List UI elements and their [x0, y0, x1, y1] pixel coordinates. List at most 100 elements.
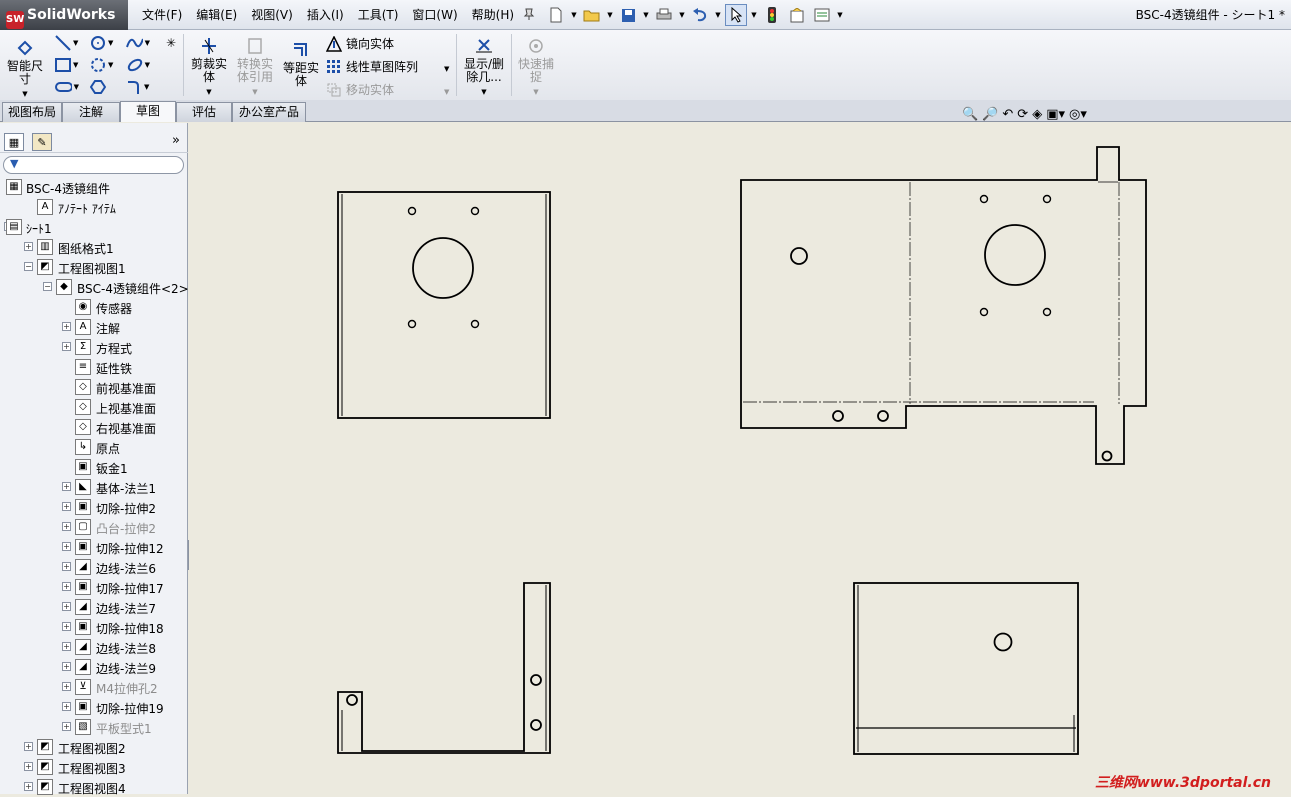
previous-view-icon[interactable]: ↶ [1002, 107, 1013, 122]
trim-entities-button[interactable]: 剪裁实体 ▼ [188, 36, 230, 99]
new-document-icon[interactable] [545, 4, 567, 26]
undo-icon[interactable] [689, 4, 711, 26]
slot-tool-icon[interactable]: ▼ [55, 77, 79, 97]
expand-toggle-icon[interactable]: + [62, 722, 71, 731]
mirror-entities-button[interactable]: 镜向实体 [326, 35, 394, 52]
display-style-icon[interactable]: ▣▾ [1046, 107, 1065, 122]
quick-snaps-button[interactable]: 快速捕捉 ▼ [515, 36, 557, 99]
tab-annotation[interactable]: 注解 [62, 102, 120, 122]
move-entities-button[interactable]: 移动实体 [326, 81, 394, 98]
expand-toggle-icon[interactable]: + [24, 762, 33, 771]
options-dropdown-icon[interactable]: ▼ [836, 11, 844, 19]
solidworks-logo[interactable]: SW SolidWorks [0, 0, 128, 30]
menu-file[interactable]: 文件(F) [135, 0, 189, 30]
menu-window[interactable]: 窗口(W) [405, 0, 464, 30]
tree-item[interactable]: + ▣ 切除-拉伸17 [0, 577, 188, 597]
fillet-tool-icon[interactable]: ▼ [126, 77, 150, 97]
expand-chevron-icon[interactable]: » [172, 133, 180, 148]
collapse-toggle-icon[interactable]: − [43, 282, 52, 291]
tab-view-layout[interactable]: 视图布局 [2, 102, 62, 122]
tree-item[interactable]: ▣ 钣金1 [0, 457, 188, 477]
offset-entities-button[interactable]: 等距实体 [280, 40, 322, 88]
tree-item[interactable]: A ｱﾉﾃｰﾄ ｱｲﾃﾑ [0, 197, 188, 217]
smart-dimension-button[interactable]: 智能尺寸 ▼ [4, 38, 46, 101]
menu-view[interactable]: 视图(V) [244, 0, 300, 30]
expand-toggle-icon[interactable]: + [62, 582, 71, 591]
menu-insert[interactable]: 插入(I) [300, 0, 351, 30]
tab-evaluate[interactable]: 评估 [176, 102, 232, 122]
expand-toggle-icon[interactable]: + [62, 682, 71, 691]
tree-item[interactable]: ◇ 前视基准面 [0, 377, 188, 397]
tree-filter-input[interactable]: ▼ [3, 156, 184, 174]
flat-pattern-view[interactable] [740, 146, 1147, 465]
new-dropdown-icon[interactable]: ▼ [570, 11, 578, 19]
tree-item[interactable]: + ▢ 凸台-拉伸2 [0, 517, 188, 537]
top-view[interactable] [853, 582, 1079, 755]
view-settings-icon[interactable]: ◈ [1032, 107, 1042, 122]
expand-toggle-icon[interactable]: + [62, 542, 71, 551]
select-icon[interactable] [725, 4, 747, 26]
tree-item[interactable]: −▤ｼｰﾄ1 [0, 217, 188, 237]
tree-item[interactable]: + ◢ 边线-法兰9 [0, 657, 188, 677]
tree-item[interactable]: − ◆ BSC-4透镜组件<2> [0, 277, 189, 297]
tree-item[interactable]: − ◩ 工程图视图1 [0, 257, 188, 277]
feature-manager-tab-icon[interactable]: ▦ [4, 133, 24, 151]
undo-dropdown-icon[interactable]: ▼ [714, 11, 722, 19]
expand-toggle-icon[interactable]: + [24, 782, 33, 791]
side-view[interactable] [337, 582, 551, 754]
property-manager-tab-icon[interactable]: ✎ [32, 133, 52, 151]
tree-item[interactable]: + ◢ 边线-法兰7 [0, 597, 188, 617]
convert-dropdown-icon[interactable]: ▼ [234, 86, 276, 99]
rebuild-icon[interactable] [761, 4, 783, 26]
tree-item[interactable]: + ▣ 切除-拉伸19 [0, 697, 188, 717]
circle-tool-icon[interactable]: ▼ [90, 33, 114, 53]
tree-item[interactable]: + Σ 方程式 [0, 337, 188, 357]
zoom-to-fit-icon[interactable]: 🔍 [962, 107, 978, 122]
expand-toggle-icon[interactable]: + [62, 562, 71, 571]
expand-toggle-icon[interactable]: + [62, 322, 71, 331]
collapse-toggle-icon[interactable]: − [24, 262, 33, 271]
expand-toggle-icon[interactable]: + [24, 742, 33, 751]
open-icon[interactable] [581, 4, 603, 26]
expand-toggle-icon[interactable]: + [62, 662, 71, 671]
tree-item[interactable]: ◉ 传感器 [0, 297, 188, 317]
file-properties-icon[interactable] [786, 4, 808, 26]
expand-toggle-icon[interactable]: + [24, 242, 33, 251]
tree-item[interactable]: ↳ 原点 [0, 437, 188, 457]
select-dropdown-icon[interactable]: ▼ [750, 11, 758, 19]
front-view[interactable] [337, 191, 551, 419]
rectangle-tool-icon[interactable]: ▼ [55, 55, 79, 75]
expand-toggle-icon[interactable]: + [62, 482, 71, 491]
tree-item[interactable]: + ▣ 切除-拉伸12 [0, 537, 188, 557]
expand-toggle-icon[interactable]: + [62, 502, 71, 511]
open-dropdown-icon[interactable]: ▼ [606, 11, 614, 19]
tree-item[interactable]: + ⊻ M4拉伸孔2 [0, 677, 188, 697]
tree-item[interactable]: ◇ 右视基准面 [0, 417, 188, 437]
convert-entities-button[interactable]: 转换实体引用 ▼ [234, 36, 276, 99]
tab-sketch[interactable]: 草图 [120, 101, 176, 122]
point-tool-icon[interactable]: ✳ [166, 33, 190, 53]
tree-item[interactable]: ◇ 上视基准面 [0, 397, 188, 417]
relations-dropdown-icon[interactable]: ▼ [461, 86, 507, 99]
tree-item[interactable]: + ▣ 切除-拉伸2 [0, 497, 188, 517]
trim-dropdown-icon[interactable]: ▼ [188, 86, 230, 99]
rebuild-view-icon[interactable]: ⟳ [1017, 107, 1028, 122]
spline-tool-icon[interactable]: ▼ [126, 33, 150, 53]
tree-item[interactable]: + ▧ 平板型式1 [0, 717, 188, 737]
tree-item[interactable]: ▦ BSC-4透镜组件 [0, 177, 188, 197]
tab-office-products[interactable]: 办公室产品 [232, 102, 306, 122]
expand-toggle-icon[interactable]: + [62, 642, 71, 651]
tree-item[interactable]: ≡ 延性铁 [0, 357, 188, 377]
save-dropdown-icon[interactable]: ▼ [642, 11, 650, 19]
tree-item[interactable]: + ◩ 工程图视图4 [0, 777, 188, 797]
pin-icon[interactable] [522, 7, 536, 21]
expand-toggle-icon[interactable]: + [62, 702, 71, 711]
menu-tools[interactable]: 工具(T) [351, 0, 406, 30]
print-dropdown-icon[interactable]: ▼ [678, 11, 686, 19]
tree-item[interactable]: + ▣ 切除-拉伸18 [0, 617, 188, 637]
expand-toggle-icon[interactable]: + [62, 342, 71, 351]
tree-item[interactable]: + ▥ 图纸格式1 [0, 237, 188, 257]
tree-item[interactable]: + ◢ 边线-法兰6 [0, 557, 188, 577]
line-tool-icon[interactable]: ▼ [55, 33, 79, 53]
tree-item[interactable]: + ◩ 工程图视图2 [0, 737, 188, 757]
